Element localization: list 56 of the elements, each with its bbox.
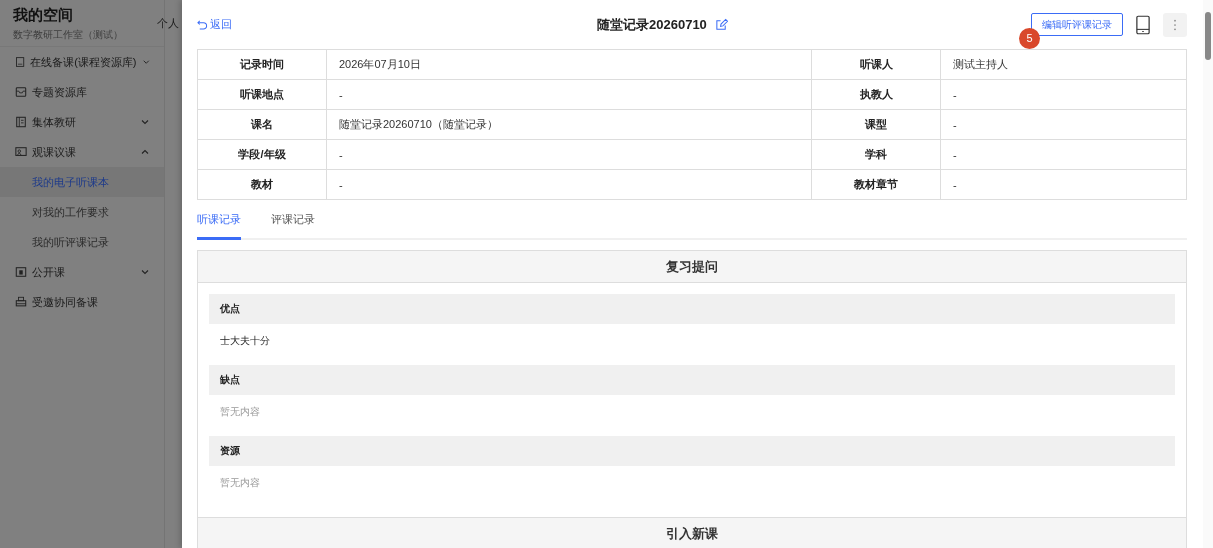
- field-value: -: [326, 79, 812, 110]
- field-label: 教材: [197, 169, 327, 200]
- back-arrow-icon: [197, 19, 208, 30]
- field-value: -: [940, 169, 1187, 200]
- tab[interactable]: 评课记录: [271, 206, 315, 240]
- count-badge: 5: [1019, 27, 1040, 49]
- tray-icon: [15, 86, 27, 98]
- field-value: -: [940, 109, 1187, 140]
- sidebar-item[interactable]: 集体教研: [0, 107, 164, 137]
- section-header: 复习提问: [198, 251, 1186, 283]
- field-label: 执教人: [811, 79, 941, 110]
- field-label: 记录时间: [197, 49, 327, 80]
- field-label: 听课地点: [197, 79, 327, 110]
- screen-icon: [15, 146, 27, 158]
- header-tab[interactable]: 个人: [157, 16, 179, 31]
- edit-record-button[interactable]: 编辑听评课记录: [1031, 13, 1123, 36]
- field-value: 随堂记录20260710（随堂记录）: [326, 109, 812, 140]
- book-icon: [15, 56, 26, 68]
- field-label: 课名: [197, 109, 327, 140]
- section-header: 引入新课: [198, 518, 1186, 548]
- app-title: 我的空间: [13, 6, 74, 25]
- field-label: 课型: [811, 109, 941, 140]
- field-label: 教材章节: [811, 169, 941, 200]
- field-heading: 优点: [209, 294, 1175, 324]
- sidebar-item[interactable]: 受邀协同备课: [0, 287, 164, 317]
- field-content: 暂无内容: [219, 405, 261, 419]
- field-value: -: [326, 169, 812, 200]
- field-value: -: [940, 139, 1187, 170]
- sidebar-item[interactable]: 在线备课(课程资源库): [0, 47, 164, 77]
- sidebar-item[interactable]: 专题资源库: [0, 77, 164, 107]
- field-content: 暂无内容: [219, 476, 261, 490]
- field-value: -: [940, 79, 1187, 110]
- field-content: 士大夫十分: [219, 334, 271, 348]
- more-icon: [1173, 18, 1177, 31]
- printer-icon: [15, 296, 27, 308]
- sidebar-subitem[interactable]: 对我的工作要求: [0, 197, 164, 227]
- field-value: 测试主持人: [940, 49, 1187, 80]
- sidebar-item[interactable]: 观课议课: [0, 137, 164, 167]
- field-label: 学科: [811, 139, 941, 170]
- record-title: 随堂记录20260710: [597, 15, 707, 34]
- field-value: 2026年07月10日: [326, 49, 812, 80]
- edit-icon[interactable]: [714, 18, 728, 31]
- sidebar-item[interactable]: 公开课: [0, 257, 164, 287]
- field-label: 学段/年级: [197, 139, 327, 170]
- scrollbar[interactable]: [1203, 0, 1213, 548]
- field-value: -: [326, 139, 812, 170]
- tab[interactable]: 听课记录: [197, 206, 241, 240]
- field-heading: 缺点: [209, 365, 1175, 395]
- list-icon: [15, 116, 27, 128]
- field-heading: 资源: [209, 436, 1175, 466]
- phone-icon[interactable]: [1136, 14, 1150, 35]
- sidebar-subitem[interactable]: 我的听评课记录: [0, 227, 164, 257]
- frame-icon: [15, 266, 27, 278]
- field-label: 听课人: [811, 49, 941, 80]
- back-link[interactable]: 返回: [197, 17, 597, 32]
- sidebar-subitem[interactable]: 我的电子听课本: [0, 167, 164, 197]
